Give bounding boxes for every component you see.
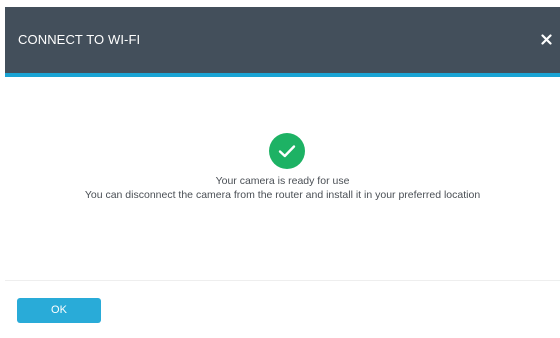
dialog-content: Your camera is ready for use You can dis… [5, 77, 560, 280]
ok-button[interactable]: OK [17, 298, 101, 323]
ready-message: Your camera is ready for use [215, 175, 350, 187]
dialog-title: CONNECT TO WI-FI [18, 32, 141, 47]
check-circle-icon [269, 133, 305, 169]
footer-divider [5, 280, 560, 281]
close-icon[interactable] [538, 31, 554, 47]
install-instruction: You can disconnect the camera from the r… [84, 189, 481, 201]
dialog-header: CONNECT TO WI-FI [5, 7, 560, 77]
connect-wifi-dialog: CONNECT TO WI-FI Your camera is ready fo… [5, 7, 560, 338]
